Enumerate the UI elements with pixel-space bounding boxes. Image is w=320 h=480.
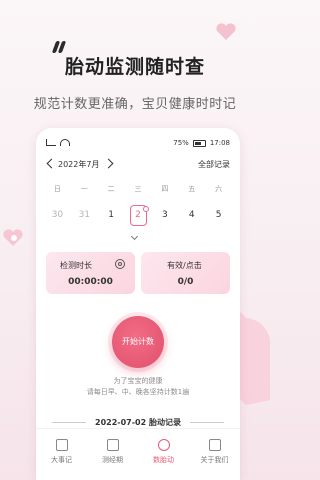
battery-percent: 75% [173, 139, 189, 147]
all-records-link[interactable]: 全部记录 [198, 159, 230, 170]
calendar-month: 2022年7月 [58, 160, 100, 169]
signal-icon [46, 139, 56, 146]
tab-events[interactable]: 大事记 [36, 429, 87, 480]
battery-icon [192, 139, 206, 147]
calendar-day[interactable]: 30 [44, 204, 71, 226]
weekday-label: 五 [188, 185, 196, 193]
tab-about[interactable]: 关于我们 [189, 429, 240, 480]
weekday-row: 日 一 二 三 四 五 六 [44, 184, 232, 194]
tab-label: 大事记 [51, 456, 72, 464]
weekday-label: 二 [107, 185, 115, 193]
heart-decoration-icon [3, 229, 23, 246]
tab-label: 数胎动 [153, 456, 174, 464]
hero-title: 胎动监测随时查 [64, 56, 205, 78]
tip-line-2: 请每日早、中、晚各坚持计数1遍 [86, 388, 190, 396]
calendar-day[interactable]: 4 [178, 204, 205, 226]
person-icon [208, 439, 221, 451]
weekday-label: 六 [215, 185, 223, 193]
weekday-label: 一 [80, 185, 88, 193]
hero-subtitle: 规范计数更准确，宝贝健康时时记 [33, 97, 237, 112]
valid-count-label: 有效/点击 [167, 261, 202, 270]
valid-count-value: 0/0 [177, 277, 194, 287]
tab-label: 测经期 [102, 456, 123, 464]
calendar-icon [55, 439, 68, 451]
bottom-tab-bar: 大事记 测经期 数胎动 关于我们 [36, 428, 240, 480]
weekday-label: 日 [53, 185, 61, 193]
chevron-left-icon[interactable] [46, 158, 57, 169]
settings-icon[interactable] [115, 259, 125, 269]
duration-value: 00:00:00 [68, 277, 113, 287]
wifi-icon [60, 139, 70, 146]
flower-decoration-icon [11, 235, 17, 241]
phone-mockup: 75% 17:08 2022年7月 全部记录 日 一 二 三 四 五 六 30 … [36, 128, 240, 480]
calendar-day-selected[interactable]: 2 [125, 204, 152, 226]
divider [190, 422, 224, 423]
heart-decoration-icon [216, 23, 236, 40]
tab-fetal-movement[interactable]: 数胎动 [138, 429, 189, 480]
heart-icon [157, 439, 170, 451]
status-bar: 75% 17:08 [36, 138, 240, 150]
calendar-day[interactable]: 3 [151, 204, 178, 226]
event-dot-icon [142, 206, 149, 212]
weekday-label: 三 [134, 185, 142, 193]
valid-count-card: 有效/点击 0/0 [141, 252, 230, 294]
tip-line-1: 为了宝宝的健康 [113, 377, 163, 385]
flower-icon [106, 439, 119, 451]
calendar-day[interactable]: 1 [98, 204, 125, 226]
calendar-header: 2022年7月 全部记录 [46, 158, 230, 174]
date-row: 30 31 1 2 3 4 5 [44, 204, 232, 226]
duration-card: 检测时长 00:00:00 [46, 252, 135, 294]
tab-period[interactable]: 测经期 [87, 429, 138, 480]
tab-label: 关于我们 [200, 456, 229, 464]
calendar-day[interactable]: 31 [71, 204, 98, 226]
duration-label: 检测时长 [60, 261, 92, 270]
weekday-label: 四 [161, 185, 169, 193]
expand-calendar-icon[interactable] [130, 232, 139, 241]
calendar-day[interactable]: 5 [205, 204, 232, 226]
status-time: 17:08 [209, 139, 230, 147]
start-count-button[interactable]: 开始计数 [112, 316, 164, 368]
chevron-right-icon[interactable] [103, 158, 114, 169]
